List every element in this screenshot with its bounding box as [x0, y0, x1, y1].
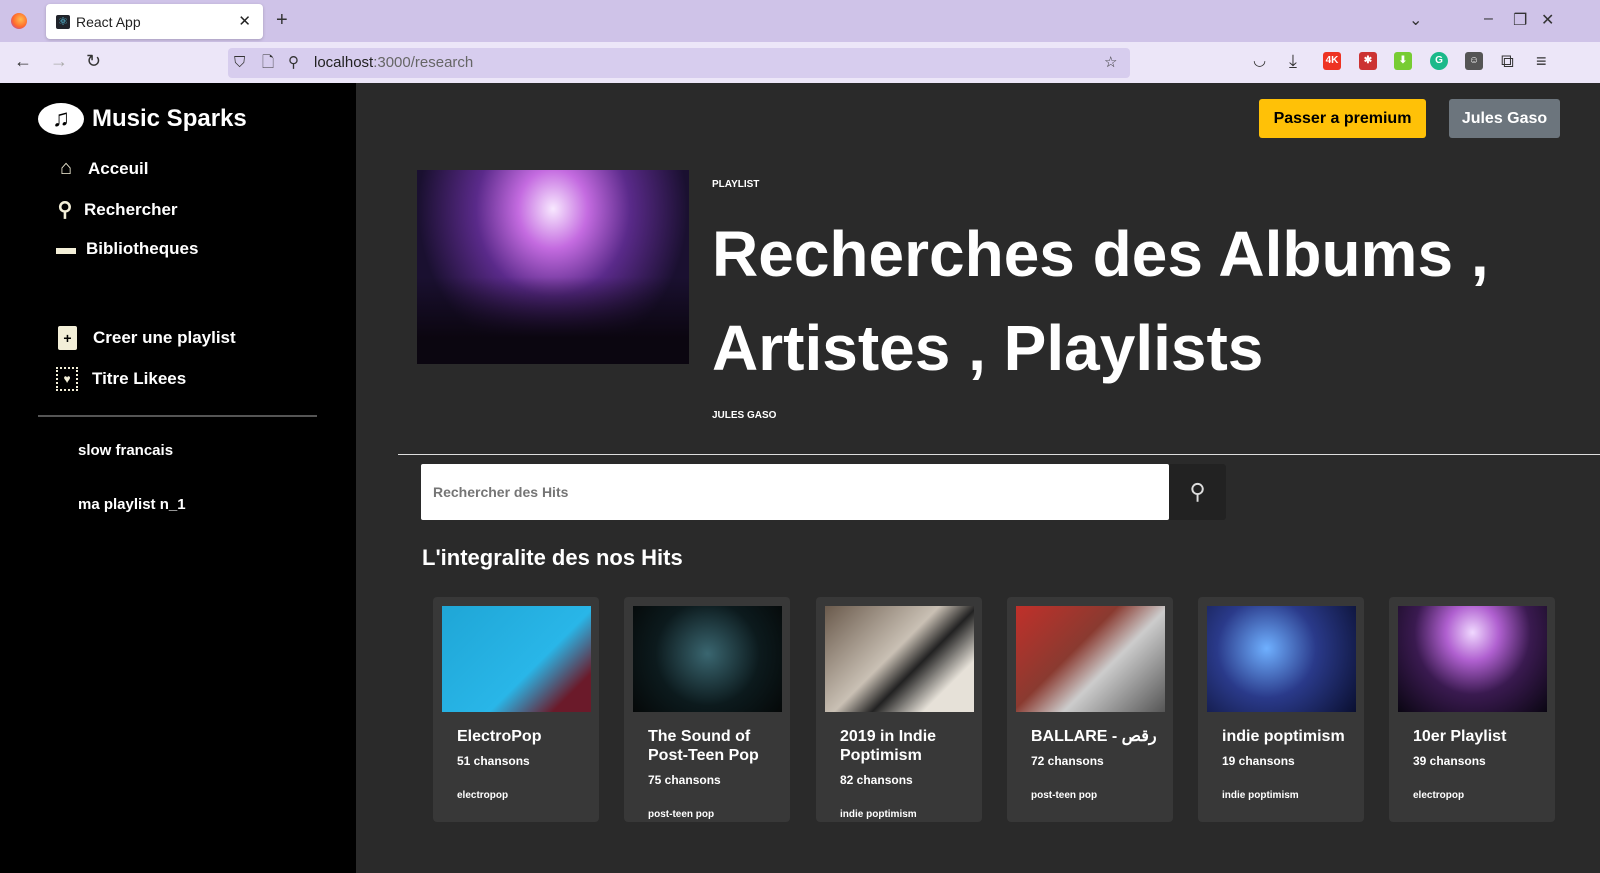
playlist-card[interactable]: BALLARE - رقص 72 chansons post-teen pop — [1007, 597, 1173, 822]
card-image — [442, 606, 591, 712]
library-icon: ▬ — [56, 237, 76, 259]
app-logo[interactable]: ♫ Music Sparks — [38, 103, 247, 135]
forward-icon[interactable]: → — [50, 51, 68, 72]
bookmark-star-icon[interactable]: ☆ — [1104, 48, 1117, 78]
extensions-icon[interactable]: ⧉ — [1501, 51, 1514, 72]
firefox-icon[interactable] — [11, 13, 27, 29]
card-genre: electropop — [1413, 790, 1465, 801]
sidebar-item-bibliotheques[interactable]: ▬ Bibliotheques — [54, 237, 198, 260]
card-genre: indie poptimism — [1222, 790, 1299, 801]
menu-icon[interactable]: ≡ — [1536, 51, 1547, 72]
search-icon: ⚲ — [1189, 479, 1206, 504]
tab-list-icon[interactable]: ⌄ — [1409, 10, 1422, 30]
music-note-icon: ♫ — [38, 103, 84, 135]
card-song-count: 19 chansons — [1222, 754, 1295, 768]
playlist-card[interactable]: 10er Playlist 39 chansons electropop — [1389, 597, 1555, 822]
main-content: Passer a premium Jules Gaso PLAYLIST Rec… — [356, 83, 1600, 873]
card-title: The Sound of Post-Teen Pop — [648, 728, 759, 764]
playlist-card[interactable]: ElectroPop 51 chansons electropop — [433, 597, 599, 822]
page-title: Recherches des Albums , Artistes , Playl… — [712, 218, 1489, 384]
app-name: Music Sparks — [92, 105, 247, 132]
playlist-card[interactable]: indie poptimism 19 chansons indie poptim… — [1198, 597, 1364, 822]
sidebar: ♫ Music Sparks ⌂ Acceuil ⚲ Rechercher ▬ Bib… — [0, 83, 356, 873]
card-image — [1016, 606, 1165, 712]
card-song-count: 82 chansons — [840, 773, 913, 787]
permissions-icon[interactable]: ⚲ — [288, 48, 299, 78]
sidebar-item-label: Creer une playlist — [93, 328, 236, 347]
extension-icon[interactable]: ✱ — [1359, 52, 1377, 70]
url-bar[interactable]: ⛉ 🗋 ⚲ localhost:3000/research ☆ — [228, 48, 1130, 78]
divider — [398, 454, 1600, 455]
card-image — [825, 606, 974, 712]
card-song-count: 75 chansons — [648, 773, 721, 787]
card-genre: post-teen pop — [648, 809, 715, 820]
search-button[interactable]: ⚲ — [1169, 464, 1226, 520]
card-title: 10er Playlist — [1413, 728, 1507, 745]
card-genre: electropop — [457, 790, 509, 801]
search-input[interactable] — [421, 464, 1169, 520]
reload-icon[interactable]: ↻ — [86, 51, 101, 72]
download-icon[interactable]: ⤓ — [1289, 51, 1297, 72]
card-image — [1207, 606, 1356, 712]
premium-button[interactable]: Passer a premium — [1259, 99, 1426, 138]
sidebar-item-label: Rechercher — [84, 199, 178, 219]
url-path: :3000/research — [373, 54, 474, 71]
new-tab-icon[interactable]: + — [276, 9, 288, 32]
page-icon: 🗋 — [262, 54, 275, 71]
playlist-card[interactable]: The Sound of Post-Teen Pop 75 chansons p… — [624, 597, 790, 822]
close-tab-icon[interactable]: ✕ — [238, 12, 251, 30]
shield-icon[interactable]: ⛉ — [234, 48, 245, 78]
playlist-card[interactable]: 2019 in Indie Poptimism 82 chansons indi… — [816, 597, 982, 822]
pocket-icon[interactable]: ◡ — [1253, 51, 1266, 69]
card-title: indie poptimism — [1222, 728, 1345, 745]
browser-tab-bar: ⚛ React App ✕ + ⌄ – ❐ ✕ — [0, 0, 1600, 42]
sidebar-item-label: Titre Likees — [92, 369, 187, 388]
card-song-count: 72 chansons — [1031, 754, 1104, 768]
sidebar-item-label: Bibliotheques — [86, 238, 199, 258]
back-icon[interactable]: ← — [14, 51, 32, 72]
section-title: L'integralite des nos Hits — [422, 545, 683, 570]
restore-icon[interactable]: ❐ — [1513, 10, 1527, 30]
card-title: BALLARE - رقص — [1031, 728, 1157, 745]
card-genre: post-teen pop — [1031, 790, 1098, 801]
sidebar-divider — [38, 415, 317, 417]
minimize-icon[interactable]: – — [1484, 10, 1493, 28]
create-playlist-button[interactable]: + Creer une playlist — [58, 326, 236, 350]
playlist-item[interactable]: ma playlist n_1 — [78, 496, 186, 513]
4k-extension-icon[interactable]: 4K — [1323, 52, 1341, 70]
tab-title: React App — [76, 13, 141, 30]
user-button[interactable]: Jules Gaso — [1449, 99, 1560, 138]
url-host: localhost — [314, 54, 374, 71]
card-song-count: 39 chansons — [1413, 754, 1486, 768]
playlist-type: PLAYLIST — [712, 179, 760, 190]
sidebar-item-rechercher[interactable]: ⚲ Rechercher — [54, 197, 178, 222]
liked-titles-button[interactable]: ♥ Titre Likees — [56, 367, 186, 391]
browser-nav-bar: ← → ↻ ⛉ 🗋 ⚲ localhost:3000/research ☆ ◡ … — [0, 42, 1600, 83]
home-icon: ⌂ — [59, 157, 73, 179]
card-title: ElectroPop — [457, 728, 542, 745]
playlist-cover-image — [417, 170, 689, 364]
card-song-count: 51 chansons — [457, 754, 530, 768]
card-image — [633, 606, 782, 712]
search-icon: ⚲ — [57, 199, 73, 221]
card-genre: indie poptimism — [840, 809, 917, 820]
download-extension-icon[interactable]: ⬇ — [1394, 52, 1412, 70]
playlist-owner: JULES GASO — [712, 410, 777, 421]
sidebar-item-label: Acceuil — [88, 158, 149, 178]
close-window-icon[interactable]: ✕ — [1541, 10, 1554, 30]
grammarly-icon[interactable]: G — [1430, 52, 1448, 70]
sidebar-item-acceuil[interactable]: ⌂ Acceuil — [54, 157, 149, 180]
robot-extension-icon[interactable]: ☺ — [1465, 52, 1483, 70]
browser-tab[interactable]: ⚛ React App ✕ — [46, 4, 263, 39]
plus-icon: + — [58, 326, 77, 350]
card-image — [1398, 606, 1547, 712]
playlist-item[interactable]: slow francais — [78, 442, 173, 459]
react-icon: ⚛ — [56, 14, 70, 29]
heart-icon: ♥ — [56, 367, 78, 391]
card-title: 2019 in Indie Poptimism — [840, 728, 937, 764]
